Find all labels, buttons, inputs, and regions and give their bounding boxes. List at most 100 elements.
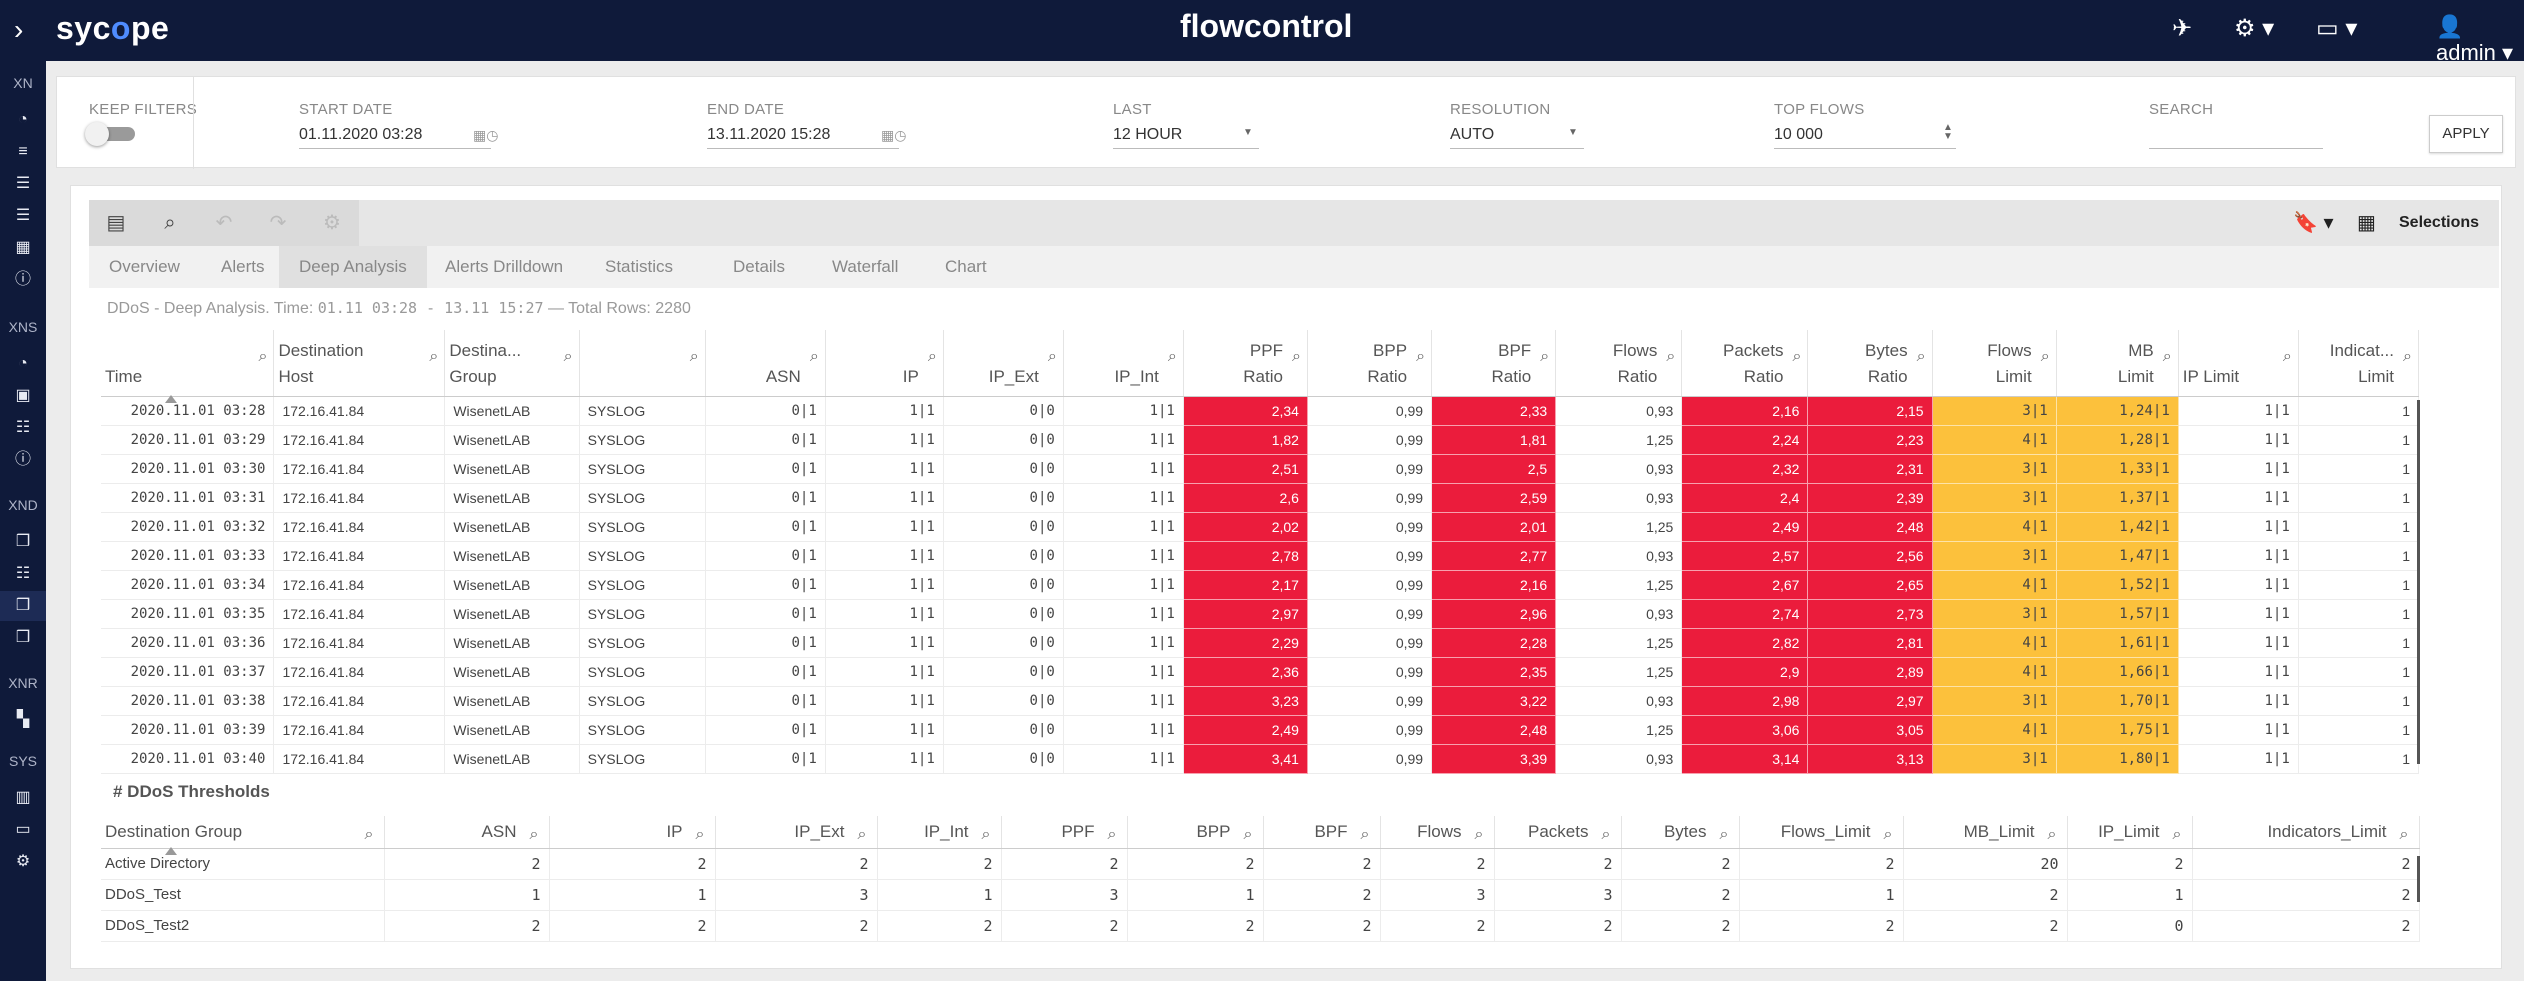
sort-ascending-icon[interactable] bbox=[165, 394, 177, 403]
settings-icon[interactable]: ⚙ bbox=[0, 847, 46, 877]
column-search-icon[interactable]: ⌕ bbox=[1475, 822, 1484, 848]
gauge-icon[interactable]: ◔ bbox=[0, 349, 46, 379]
expand-menu-icon[interactable]: › bbox=[14, 14, 23, 46]
thresholds-scrollbar[interactable] bbox=[2417, 856, 2420, 902]
column-header[interactable]: ⌕ bbox=[579, 330, 706, 397]
column-search-icon[interactable]: ⌕ bbox=[1048, 344, 1057, 370]
column-search-icon[interactable]: ⌕ bbox=[2283, 344, 2292, 370]
bookmark-icon[interactable]: 🔖 ▾ bbox=[2293, 200, 2334, 246]
tab-details[interactable]: Details bbox=[713, 246, 805, 288]
threshold-column-header[interactable]: ASN ⌕ bbox=[384, 816, 550, 849]
tab-chart[interactable]: Chart bbox=[925, 246, 1007, 288]
tab-alerts[interactable]: Alerts bbox=[201, 246, 284, 288]
column-header[interactable]: BPF Ratio ⌕ bbox=[1431, 330, 1557, 397]
column-header[interactable]: Indicat... Limit ⌕ bbox=[2298, 330, 2420, 397]
column-header[interactable]: ASN ⌕ bbox=[705, 330, 826, 397]
table-row[interactable]: 2020.11.01 03:37 172.16.41.84 WisenetLAB SY… bbox=[101, 657, 2420, 687]
threshold-row[interactable]: DDoS_Test 1 1 3 1 3 1 2 3 3 2 1 2 1 2 bbox=[101, 879, 2420, 911]
table-row[interactable]: 2020.11.01 03:32 172.16.41.84 WisenetLAB SY… bbox=[101, 512, 2420, 542]
column-search-icon[interactable]: ⌕ bbox=[858, 822, 867, 848]
column-search-icon[interactable]: ⌕ bbox=[1292, 344, 1301, 370]
column-header[interactable]: Flows Ratio ⌕ bbox=[1555, 330, 1683, 397]
apply-button[interactable]: APPLY bbox=[2429, 115, 2503, 153]
logo[interactable]: sycope bbox=[56, 10, 169, 47]
threshold-row[interactable]: Active Directory 2 2 2 2 2 2 2 2 2 2 2 20 2 2 bbox=[101, 848, 2420, 880]
column-search-icon[interactable]: ⌕ bbox=[429, 344, 438, 370]
threshold-column-header[interactable]: Bytes ⌕ bbox=[1621, 816, 1740, 849]
column-search-icon[interactable]: ⌕ bbox=[810, 344, 819, 370]
table-row[interactable]: 2020.11.01 03:39 172.16.41.84 WisenetLAB SY… bbox=[101, 715, 2420, 745]
column-search-icon[interactable]: ⌕ bbox=[2163, 344, 2172, 370]
column-search-icon[interactable]: ⌕ bbox=[1361, 822, 1370, 848]
settings-gear-icon[interactable]: ⚙ ▾ bbox=[2234, 14, 2274, 43]
threshold-row[interactable]: DDoS_Test2 2 2 2 2 2 2 2 2 2 2 2 2 0 2 bbox=[101, 910, 2420, 942]
pin-off-icon[interactable]: ✈ bbox=[2172, 14, 2192, 43]
ddos-icon[interactable]: ❒ bbox=[0, 591, 46, 621]
grid-icon[interactable]: ▚ bbox=[0, 705, 46, 735]
table-row[interactable]: 2020.11.01 03:29 172.16.41.84 WisenetLAB SY… bbox=[101, 425, 2420, 455]
top-flows-stepper[interactable]: 10 000 bbox=[1774, 123, 1956, 149]
column-search-icon[interactable]: ⌕ bbox=[1666, 344, 1675, 370]
threshold-column-header[interactable]: BPF ⌕ bbox=[1263, 816, 1381, 849]
column-search-icon[interactable]: ⌕ bbox=[2048, 822, 2057, 848]
share-icon[interactable]: ↷ bbox=[251, 200, 305, 246]
columns-icon[interactable]: ▦ bbox=[2357, 200, 2376, 246]
column-search-icon[interactable]: ⌕ bbox=[1416, 344, 1425, 370]
column-search-icon[interactable]: ⌕ bbox=[2400, 822, 2409, 848]
table-row[interactable]: 2020.11.01 03:31 172.16.41.84 WisenetLAB SY… bbox=[101, 483, 2420, 513]
info-icon-2[interactable]: ⓘ bbox=[0, 445, 46, 475]
column-search-icon[interactable]: ⌕ bbox=[696, 822, 705, 848]
column-header[interactable]: IP ⌕ bbox=[825, 330, 944, 397]
threshold-column-header[interactable]: MB_Limit ⌕ bbox=[1903, 816, 2068, 849]
column-header[interactable]: Destina... Group ⌕ bbox=[444, 330, 580, 397]
column-search-icon[interactable]: ⌕ bbox=[1793, 344, 1802, 370]
threshold-column-header[interactable]: BPP ⌕ bbox=[1127, 816, 1264, 849]
filter-settings-icon[interactable]: ⚙ bbox=[305, 200, 359, 246]
column-header[interactable]: BPP Ratio ⌕ bbox=[1307, 330, 1433, 397]
layers-icon-2[interactable]: ❒ bbox=[0, 623, 46, 653]
tab-statistics[interactable]: Statistics bbox=[585, 246, 693, 288]
column-search-icon[interactable]: ⌕ bbox=[928, 344, 937, 370]
keep-filters-toggle[interactable] bbox=[85, 122, 135, 146]
column-search-icon[interactable]: ⌕ bbox=[1917, 344, 1926, 370]
threshold-column-header[interactable]: Flows_Limit ⌕ bbox=[1739, 816, 1904, 849]
threshold-column-header[interactable]: IP_Ext ⌕ bbox=[715, 816, 878, 849]
messages-icon[interactable]: ▭ ▾ bbox=[2316, 14, 2357, 43]
column-search-icon[interactable]: ⌕ bbox=[365, 822, 374, 848]
layout-icon[interactable]: ▥ bbox=[0, 783, 46, 813]
column-header[interactable]: Time ⌕ bbox=[101, 330, 275, 403]
list-check-icon[interactable]: ☷ bbox=[0, 559, 46, 589]
undo-icon[interactable]: ↶ bbox=[197, 200, 251, 246]
threshold-column-header[interactable]: Indicators_Limit ⌕ bbox=[2192, 816, 2420, 849]
search-input[interactable] bbox=[2149, 123, 2323, 149]
table-row[interactable]: 2020.11.01 03:30 172.16.41.84 WisenetLAB SY… bbox=[101, 454, 2420, 484]
user-menu[interactable]: 👤 admin ▾ bbox=[2436, 14, 2524, 66]
table-row[interactable]: 2020.11.01 03:34 172.16.41.84 WisenetLAB SY… bbox=[101, 570, 2420, 600]
column-header[interactable]: IP Limit ⌕ bbox=[2178, 330, 2299, 397]
screen-icon[interactable]: ▭ bbox=[0, 815, 46, 845]
table-row[interactable]: 2020.11.01 03:36 172.16.41.84 WisenetLAB SY… bbox=[101, 628, 2420, 658]
tab-waterfall[interactable]: Waterfall bbox=[812, 246, 918, 288]
archive-icon[interactable]: ▤ bbox=[89, 200, 143, 246]
column-search-icon[interactable]: ⌕ bbox=[564, 344, 573, 370]
column-header[interactable]: IP_Int ⌕ bbox=[1063, 330, 1184, 397]
column-search-icon[interactable]: ⌕ bbox=[530, 822, 539, 848]
column-header[interactable]: MB Limit ⌕ bbox=[2056, 330, 2179, 397]
column-search-icon[interactable]: ⌕ bbox=[2041, 344, 2050, 370]
column-search-icon[interactable]: ⌕ bbox=[2173, 822, 2182, 848]
tab-overview[interactable]: Overview bbox=[89, 246, 200, 288]
monitor-icon[interactable]: ▣ bbox=[0, 381, 46, 411]
column-header[interactable]: PPF Ratio ⌕ bbox=[1183, 330, 1308, 397]
calendar-icon[interactable]: ▦ bbox=[0, 233, 46, 263]
tab-deep-analysis[interactable]: Deep Analysis bbox=[279, 246, 427, 288]
align-left-icon[interactable]: ≡ bbox=[0, 137, 46, 167]
column-header[interactable]: Flows Limit ⌕ bbox=[1932, 330, 2057, 397]
column-header[interactable]: IP_Ext ⌕ bbox=[943, 330, 1064, 397]
column-search-icon[interactable]: ⌕ bbox=[1720, 822, 1729, 848]
column-header[interactable]: Destination Host ⌕ bbox=[273, 330, 446, 397]
zoom-search-icon[interactable]: ⌕ bbox=[143, 200, 197, 246]
column-search-icon[interactable]: ⌕ bbox=[1168, 344, 1177, 370]
table-row[interactable]: 2020.11.01 03:28 172.16.41.84 WisenetLAB SY… bbox=[101, 396, 2420, 426]
column-search-icon[interactable]: ⌕ bbox=[1602, 822, 1611, 848]
column-search-icon[interactable]: ⌕ bbox=[258, 344, 267, 370]
